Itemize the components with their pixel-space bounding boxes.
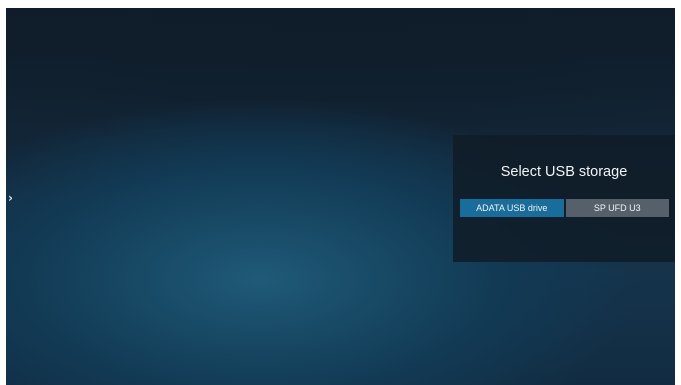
- dialog-title: Select USB storage: [500, 164, 628, 180]
- sp-ufd-u3-button[interactable]: SP UFD U3: [565, 199, 669, 217]
- chevron-right-icon[interactable]: ›: [8, 191, 13, 205]
- adata-usb-drive-button[interactable]: ADATA USB drive: [460, 199, 564, 217]
- usb-options: ADATA USB drive SP UFD U3: [460, 199, 669, 217]
- usb-storage-dialog: Select USB storage ADATA USB drive SP UF…: [453, 135, 675, 262]
- tv-screen: › Select USB storage ADATA USB drive SP …: [6, 8, 675, 385]
